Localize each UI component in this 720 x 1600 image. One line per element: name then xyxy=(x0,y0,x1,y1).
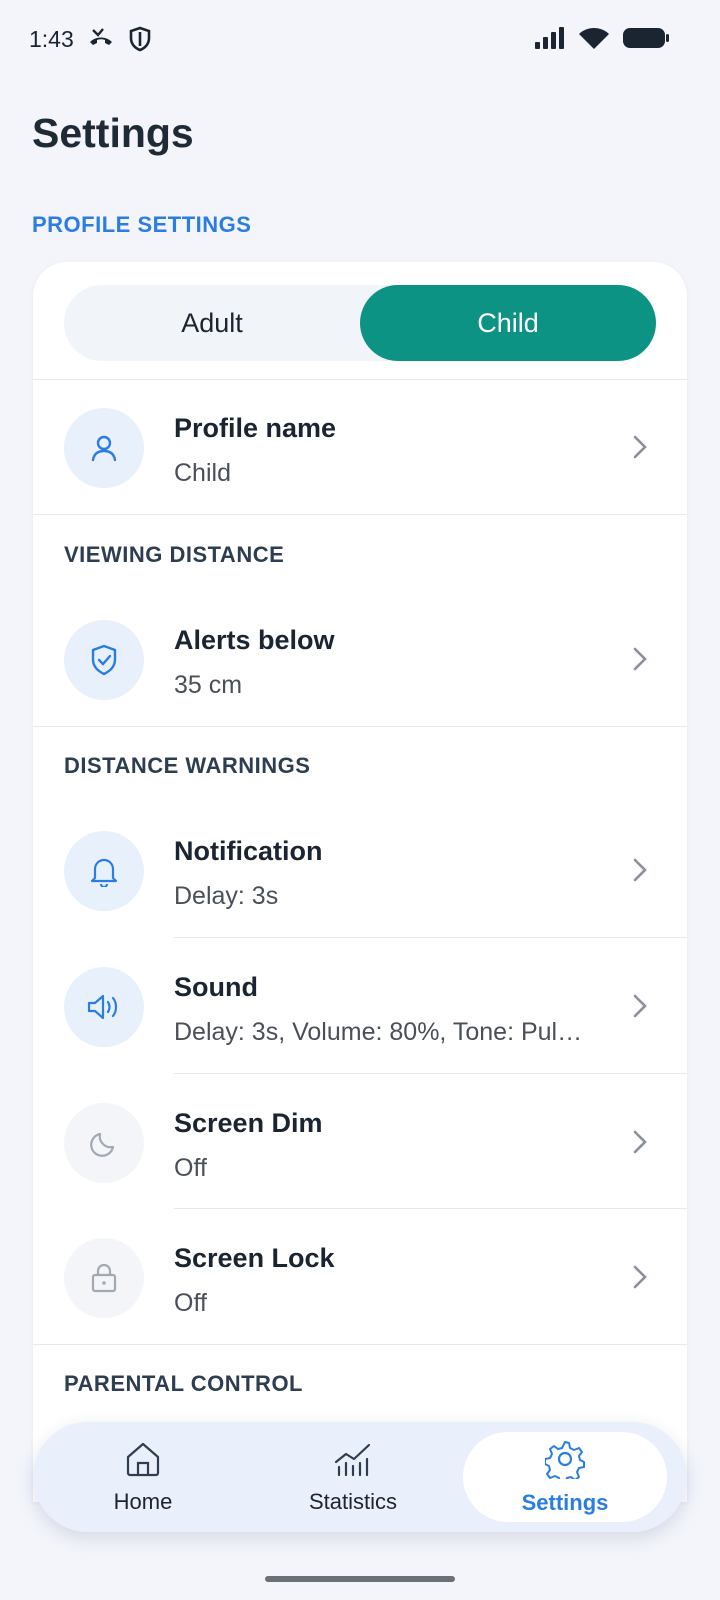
row-title: Screen Lock xyxy=(174,1243,335,1273)
shield-check-icon xyxy=(64,620,144,700)
nav-item-home[interactable]: Home xyxy=(41,1432,245,1522)
row-value: Delay: 3s, Volume: 80%, Tone: Pul… xyxy=(174,1018,583,1046)
bottom-nav: Home Statistics Settings xyxy=(33,1422,687,1532)
nav-label: Settings xyxy=(521,1489,609,1515)
chevron-right-icon xyxy=(633,647,647,676)
group-label-distance-warnings: DISTANCE WARNINGS xyxy=(64,753,311,778)
group-label-parental-control: PARENTAL CONTROL xyxy=(64,1371,303,1396)
toggle-option-adult[interactable]: Adult xyxy=(64,285,360,361)
page-title: Settings xyxy=(32,110,194,156)
toggle-option-child[interactable]: Child xyxy=(360,285,656,361)
notification-row[interactable]: Notification Delay: 3s xyxy=(33,802,687,940)
settings-card: Adult Child Profile name Child VIEWING D… xyxy=(33,262,687,1502)
section-header-profile-settings: PROFILE SETTINGS xyxy=(32,212,252,237)
status-time: 1:43 xyxy=(29,26,74,52)
alerts-below-row[interactable]: Alerts below 35 cm xyxy=(33,591,687,729)
home-indicator[interactable] xyxy=(265,1576,455,1582)
group-label-viewing-distance: VIEWING DISTANCE xyxy=(64,542,285,567)
user-icon xyxy=(64,408,144,488)
shield-icon xyxy=(128,26,152,57)
row-value: Off xyxy=(174,1289,207,1317)
nav-label: Home xyxy=(113,1488,173,1514)
speaker-icon xyxy=(64,967,144,1047)
chevron-right-icon xyxy=(633,994,647,1023)
wifi-icon xyxy=(578,26,610,55)
moon-icon xyxy=(64,1103,144,1183)
lock-icon xyxy=(64,1238,144,1318)
row-title: Alerts below xyxy=(174,625,335,655)
profile-toggle: Adult Child xyxy=(64,285,656,361)
chart-icon xyxy=(333,1440,373,1483)
row-value: Off xyxy=(174,1154,207,1182)
divider xyxy=(33,726,687,727)
gear-icon xyxy=(544,1439,585,1484)
sound-row[interactable]: Sound Delay: 3s, Volume: 80%, Tone: Pul… xyxy=(33,938,687,1076)
row-title: Notification xyxy=(174,836,323,866)
nav-item-statistics[interactable]: Statistics xyxy=(251,1432,455,1522)
screen-dim-row[interactable]: Screen Dim Off xyxy=(33,1074,687,1212)
nav-label: Statistics xyxy=(308,1488,398,1514)
row-value: Child xyxy=(174,459,231,487)
profile-name-row[interactable]: Profile name Child xyxy=(33,379,687,517)
chevron-right-icon xyxy=(633,1130,647,1159)
missed-call-icon xyxy=(87,26,115,55)
row-value: 35 cm xyxy=(174,671,243,699)
chevron-right-icon xyxy=(633,1265,647,1294)
home-icon xyxy=(124,1440,162,1483)
divider xyxy=(33,514,687,515)
row-value: Delay: 3s xyxy=(174,882,279,910)
nav-item-settings[interactable]: Settings xyxy=(463,1432,667,1522)
row-title: Sound xyxy=(174,972,258,1002)
signal-icon xyxy=(534,26,566,55)
chevron-right-icon xyxy=(633,858,647,887)
chevron-right-icon xyxy=(633,435,647,464)
battery-icon xyxy=(622,26,670,55)
bell-icon xyxy=(64,831,144,911)
row-title: Profile name xyxy=(174,413,337,443)
divider xyxy=(33,1344,687,1345)
screen-lock-row[interactable]: Screen Lock Off xyxy=(33,1209,687,1347)
status-bar: 1:43 xyxy=(0,0,720,80)
row-title: Screen Dim xyxy=(174,1108,323,1138)
